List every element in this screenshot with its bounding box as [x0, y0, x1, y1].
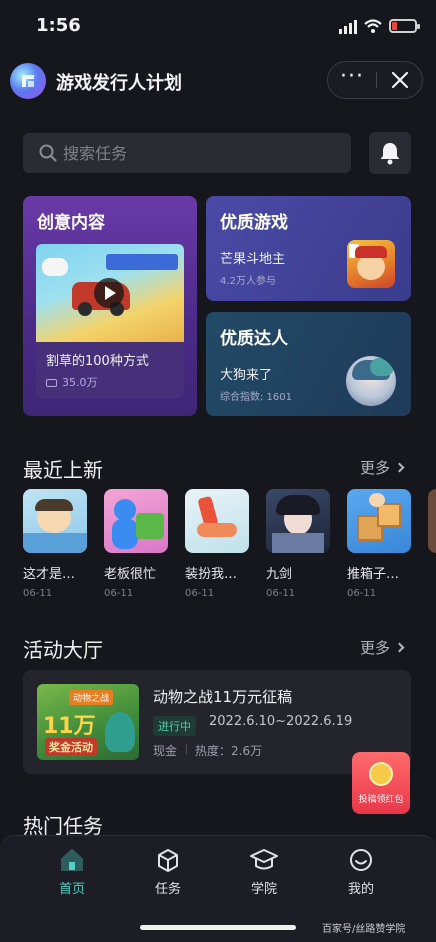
recent-game-date: 06-11	[23, 588, 53, 599]
activity-image: 动物之战 11万 奖金活动	[37, 684, 139, 760]
bell-icon	[380, 143, 400, 165]
status-bar: 1:56	[0, 0, 436, 50]
battery-icon	[389, 19, 420, 33]
recent-game-date: 06-11	[185, 588, 215, 599]
quality-talent-card[interactable]: 优质达人 大狗来了 综合指数: 1601	[206, 312, 411, 416]
tab-academy[interactable]: 学院	[234, 846, 294, 897]
talent-avatar	[346, 356, 396, 406]
activity-image-label: 奖金活动	[45, 738, 97, 756]
tab-label: 任务	[154, 882, 181, 897]
more-options-button[interactable]: ···	[328, 62, 376, 98]
video-views-count: 35.0万	[62, 376, 98, 389]
status-badge: 进行中	[153, 716, 196, 736]
activity-title: 动物之战11万元征稿	[153, 688, 293, 706]
peacock-illustration	[105, 712, 135, 752]
recent-game-name: 九剑	[266, 567, 293, 582]
chevron-right-icon	[394, 462, 405, 473]
status-time: 1:56	[36, 15, 81, 36]
smile-icon	[350, 849, 372, 871]
search-icon	[39, 144, 57, 162]
recent-game-item[interactable]: 装扮我… 06-11	[185, 489, 249, 599]
graduation-cap-icon	[250, 849, 278, 870]
tab-label: 首页	[58, 882, 85, 897]
creative-content-title: 创意内容	[37, 213, 105, 233]
recent-game-name: 推箱子…	[347, 567, 400, 582]
creative-content-card[interactable]: 创意内容 割草的100种方式 35.0万	[23, 196, 197, 416]
activity-section-title: 活动大厅	[23, 638, 103, 662]
chevron-right-icon	[394, 642, 405, 653]
blue-man-money-icon	[104, 489, 168, 553]
close-icon	[391, 71, 409, 89]
watermark: 百家号/丝路赞学院	[322, 924, 406, 935]
recent-game-date: 06-11	[266, 588, 296, 599]
cellular-signal-icon	[339, 20, 357, 34]
swordswoman-icon	[266, 489, 330, 553]
task-box-icon	[158, 849, 178, 872]
activity-more-link[interactable]: 更多	[360, 637, 405, 658]
quality-games-title: 优质游戏	[220, 213, 288, 233]
app-logo-icon	[10, 63, 46, 99]
recent-game-item[interactable]: 九剑 06-11	[266, 489, 330, 599]
notifications-button[interactable]	[369, 132, 411, 174]
tab-tasks[interactable]: 任务	[138, 846, 198, 897]
search-bar[interactable]	[23, 133, 351, 173]
views-icon	[46, 379, 57, 387]
red-envelope-icon	[369, 762, 393, 786]
activity-image-amount: 11万	[43, 714, 96, 739]
recent-game-item-partial[interactable]	[428, 489, 436, 553]
partial-game-icon	[428, 489, 436, 553]
quality-games-card[interactable]: 优质游戏 芒果斗地主 4.2万人参与	[206, 196, 411, 301]
activity-more-label: 更多	[360, 639, 391, 657]
video-views: 35.0万	[46, 374, 98, 390]
recent-game-name: 老板很忙	[104, 567, 157, 582]
activity-dates: 2022.6.10~2022.6.19	[209, 714, 353, 729]
video-caption: 割草的100种方式	[46, 354, 149, 369]
featured-video[interactable]: 割草的100种方式 35.0万	[36, 244, 184, 398]
thumbnail-cow	[42, 258, 68, 276]
activity-heat: 热度：2.6万	[195, 744, 263, 758]
tab-home[interactable]: 首页	[42, 846, 102, 897]
tab-label: 学院	[250, 882, 277, 897]
game-participants: 4.2万人参与	[220, 276, 276, 287]
recent-section-title: 最近上新	[23, 458, 103, 482]
boxes-icon	[347, 489, 411, 553]
activity-image-tag: 动物之战	[69, 690, 114, 705]
tab-profile[interactable]: 我的	[331, 846, 391, 897]
wifi-icon	[364, 19, 382, 33]
search-input[interactable]	[63, 133, 333, 173]
recent-game-date: 06-11	[347, 588, 377, 599]
recent-game-item[interactable]: 这才是… 06-11	[23, 489, 87, 599]
redpack-label: 投稿领红包	[358, 795, 404, 805]
recent-more-link[interactable]: 更多	[360, 457, 405, 478]
tab-label: 我的	[347, 882, 374, 897]
quality-talent-title: 优质达人	[220, 329, 288, 349]
talent-score: 综合指数: 1601	[220, 392, 292, 403]
activity-reward: 现金	[153, 744, 178, 758]
video-thumbnail	[36, 244, 184, 342]
thumbnail-banner	[106, 254, 178, 270]
mini-program-capsule: ···	[327, 61, 423, 99]
app-header: 游戏发行人计划 ···	[0, 55, 436, 107]
home-icon	[61, 849, 83, 871]
recent-game-date: 06-11	[104, 588, 134, 599]
recent-more-label: 更多	[360, 459, 391, 477]
landlord-game-icon	[347, 240, 395, 288]
recent-game-name: 这才是…	[23, 567, 76, 582]
page-title: 游戏发行人计划	[56, 73, 182, 94]
recent-game-item[interactable]: 推箱子… 06-11	[347, 489, 411, 599]
home-indicator	[140, 925, 296, 930]
meta-divider	[186, 744, 187, 755]
recent-game-name: 装扮我…	[185, 567, 238, 582]
play-icon[interactable]	[94, 278, 124, 308]
submit-redpack-button[interactable]: 投稿领红包	[352, 752, 410, 814]
sleeping-boy-icon	[23, 489, 87, 553]
close-button[interactable]	[377, 62, 423, 98]
game-name: 芒果斗地主	[220, 252, 286, 267]
shoe-icon	[185, 489, 249, 553]
recent-game-item[interactable]: 老板很忙 06-11	[104, 489, 168, 599]
talent-name: 大狗来了	[220, 368, 273, 383]
